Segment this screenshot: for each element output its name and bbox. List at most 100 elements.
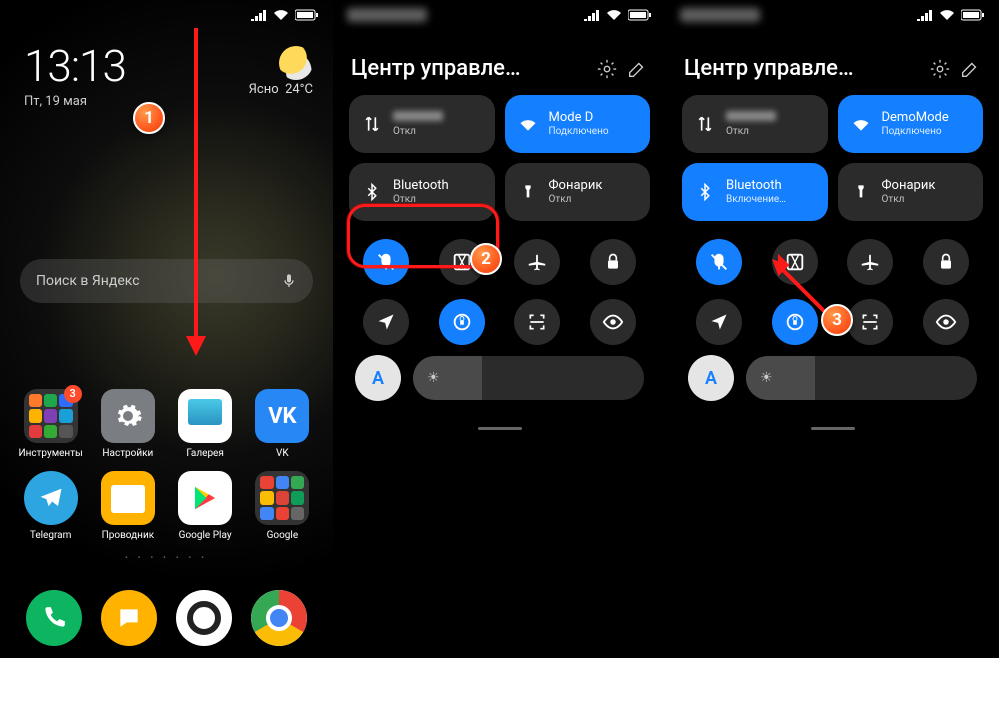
drag-handle[interactable] <box>811 427 855 430</box>
signal-icon <box>251 9 267 21</box>
toggle-eye-comfort[interactable] <box>923 299 969 345</box>
wifi-name: Mode D <box>549 110 594 125</box>
dock-messages[interactable] <box>101 590 157 646</box>
step-badge-3: 3 <box>821 304 853 336</box>
scan-icon <box>860 312 880 332</box>
tile-flashlight[interactable]: ФонарикОткл <box>838 163 984 221</box>
search-placeholder: Поиск в Яндекс <box>36 273 140 289</box>
wifi-name: DemoMode <box>882 110 949 125</box>
weather-icon <box>279 46 313 80</box>
signal-icon <box>584 9 600 21</box>
toggle-rotation-lock[interactable] <box>439 299 485 345</box>
airplane-icon <box>526 251 548 273</box>
telegram-icon <box>37 484 65 512</box>
phone-home-screen: 13:13 Пт, 19 мая Ясно 24°C Поиск в Яндек… <box>0 0 333 658</box>
bluetooth-icon <box>694 181 716 203</box>
play-icon <box>190 483 220 513</box>
toggle-location[interactable] <box>363 299 409 345</box>
bluetooth-label: Bluetooth <box>393 178 449 193</box>
control-center-title: Центр управле… <box>351 56 588 81</box>
weather-temp: 24°C <box>285 82 313 97</box>
wifi-icon <box>273 9 289 21</box>
app-telegram[interactable]: Telegram <box>15 471 87 541</box>
mobile-data-icon <box>694 113 716 135</box>
status-bar <box>666 0 999 28</box>
app-tools-folder[interactable]: 3 Инструменты <box>15 389 87 459</box>
toggle-location[interactable] <box>696 299 742 345</box>
app-settings[interactable]: Настройки <box>92 389 164 459</box>
toggle-mute[interactable] <box>696 239 742 285</box>
phone-icon <box>41 605 67 631</box>
bluetooth-icon <box>361 181 383 203</box>
toggle-airplane[interactable] <box>514 239 560 285</box>
dock-phone[interactable] <box>26 590 82 646</box>
mobile-data-icon <box>361 113 383 135</box>
step-badge-1: 1 <box>133 102 165 134</box>
mic-icon[interactable] <box>281 273 297 289</box>
tile-bluetooth[interactable]: BluetoothВключение… <box>682 163 828 221</box>
settings-icon[interactable] <box>596 58 618 80</box>
wifi-icon <box>517 113 539 135</box>
toggle-lock[interactable] <box>590 239 636 285</box>
wifi-icon <box>939 9 955 21</box>
scan-icon <box>527 312 547 332</box>
search-bar[interactable]: Поиск в Яндекс <box>20 259 313 303</box>
brightness-slider[interactable]: ☀ <box>746 356 977 400</box>
tile-bluetooth[interactable]: BluetoothОткл <box>349 163 495 221</box>
weather-condition: Ясно <box>249 82 279 97</box>
drag-handle[interactable] <box>478 427 522 430</box>
toggle-airplane[interactable] <box>847 239 893 285</box>
app-vk[interactable]: VKVK <box>246 389 318 459</box>
brightness-icon: ☀ <box>760 370 773 386</box>
gear-icon <box>113 401 143 431</box>
rotation-lock-icon <box>451 311 473 333</box>
toggle-scan[interactable] <box>847 299 893 345</box>
flashlight-icon <box>850 181 872 203</box>
message-icon <box>116 605 142 631</box>
toggle-lock[interactable] <box>923 239 969 285</box>
toggle-eye-comfort[interactable] <box>590 299 636 345</box>
tile-wifi[interactable]: Mode DПодключено <box>505 95 651 153</box>
wifi-icon <box>850 113 872 135</box>
dock-chrome[interactable] <box>251 590 307 646</box>
auto-brightness-toggle[interactable]: A <box>355 355 401 401</box>
folder-badge: 3 <box>64 385 82 403</box>
app-grid: 3 Инструменты Настройки Галерея VKVK Tel… <box>0 389 333 568</box>
app-explorer[interactable]: Проводник <box>92 471 164 541</box>
toggle-scan[interactable] <box>514 299 560 345</box>
settings-icon[interactable] <box>929 58 951 80</box>
auto-brightness-toggle[interactable]: A <box>688 355 734 401</box>
dock-camera[interactable] <box>176 590 232 646</box>
tile-wifi[interactable]: DemoModeПодключено <box>838 95 984 153</box>
airplane-icon <box>859 251 881 273</box>
tile-mobile-data[interactable]: Откл <box>349 95 495 153</box>
edit-icon[interactable] <box>626 58 648 80</box>
edit-icon[interactable] <box>959 58 981 80</box>
app-google-play[interactable]: Google Play <box>169 471 241 541</box>
control-center-title: Центр управле… <box>684 56 921 81</box>
app-gallery[interactable]: Галерея <box>169 389 241 459</box>
flashlight-label: Фонарик <box>549 178 603 193</box>
brightness-slider[interactable]: ☀ <box>413 356 644 400</box>
app-google-folder[interactable]: Google <box>246 471 318 541</box>
wifi-icon <box>606 9 622 21</box>
mute-icon <box>708 251 730 273</box>
battery-icon <box>628 9 652 21</box>
toggle-mute[interactable] <box>363 239 409 285</box>
flashlight-label: Фонарик <box>882 178 936 193</box>
control-center-title-row: Центр управле… <box>333 28 666 95</box>
status-bar <box>0 0 333 28</box>
status-bar <box>333 0 666 28</box>
control-center-title-row: Центр управле… <box>666 28 999 95</box>
step-badge-2: 2 <box>470 243 502 275</box>
swipe-down-arrow <box>184 28 214 358</box>
mute-icon <box>375 251 397 273</box>
lock-icon <box>603 252 623 272</box>
weather-widget[interactable]: Ясно 24°C <box>249 46 313 97</box>
flashlight-icon <box>517 181 539 203</box>
location-icon <box>376 312 396 332</box>
eye-icon <box>935 311 957 333</box>
tile-flashlight[interactable]: ФонарикОткл <box>505 163 651 221</box>
tile-mobile-data[interactable]: Откл <box>682 95 828 153</box>
bluetooth-label: Bluetooth <box>726 178 782 193</box>
